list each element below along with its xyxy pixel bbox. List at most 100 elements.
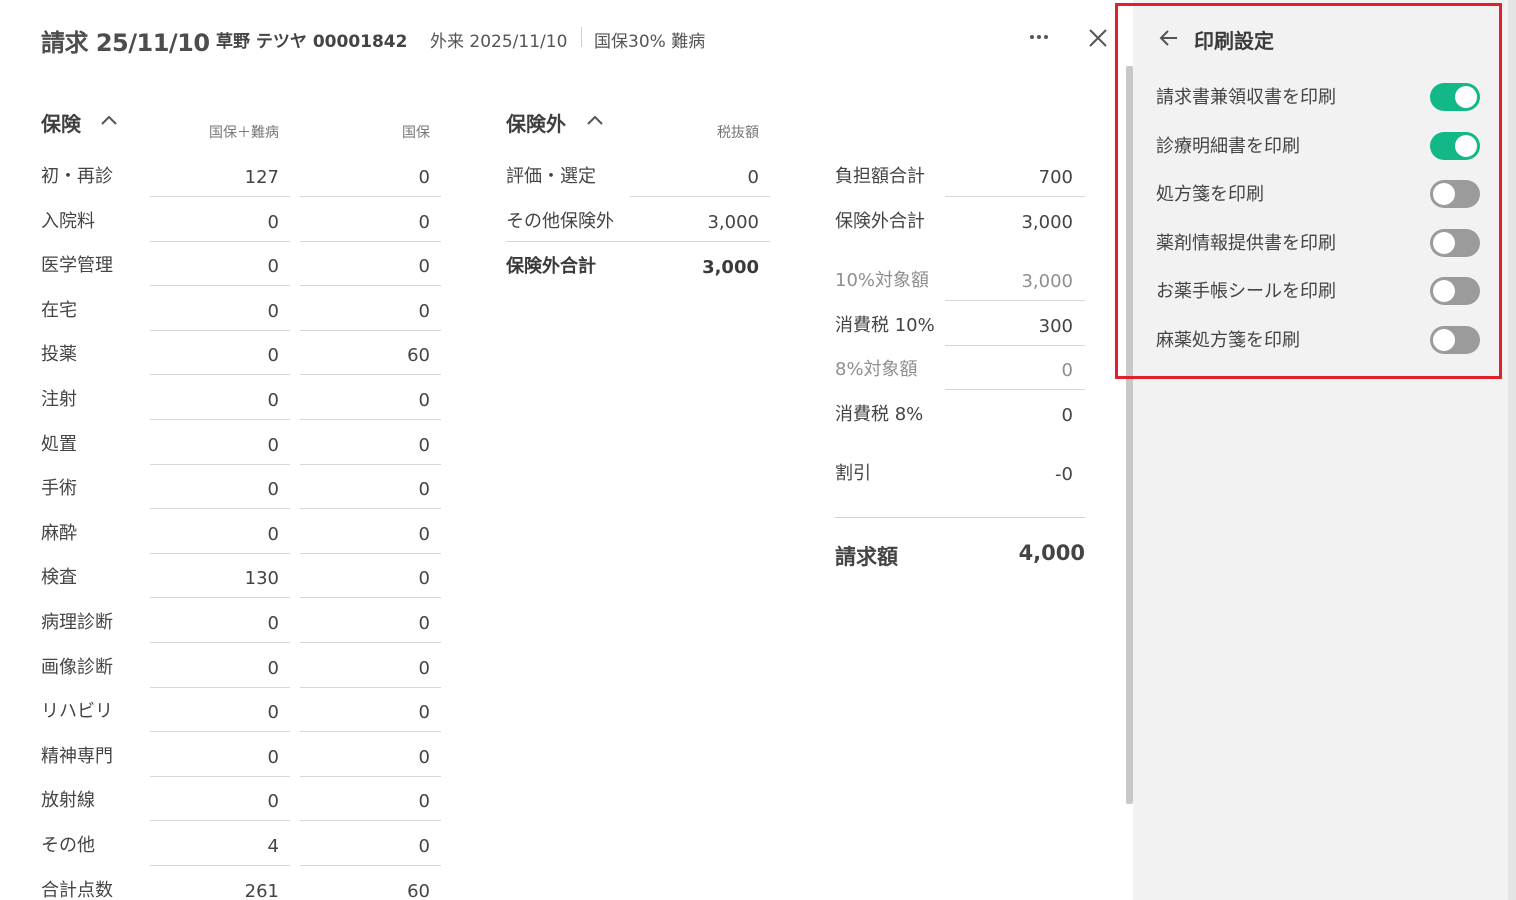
- print-option-label: お薬手帳シールを印刷: [1156, 281, 1336, 303]
- row-label: 入院料: [41, 210, 95, 232]
- row-label: 精神専門: [41, 745, 113, 767]
- collapse-insurance-chevron-up-icon[interactable]: [100, 113, 118, 127]
- cell-kokuho-nanbyo: 0: [267, 390, 279, 411]
- summary-row: 保険外合計 3,000: [835, 203, 1085, 247]
- row-value: 700: [1038, 167, 1073, 188]
- row-label: 初・再診: [41, 166, 113, 187]
- summary-row: 割引 -0: [835, 455, 1085, 499]
- table-row: 麻酔 0 0: [41, 515, 441, 559]
- non-insurance-total-row: 保険外合計 3,000: [506, 248, 770, 292]
- non-insurance-col-tax-excluded: 税抜額: [717, 125, 759, 141]
- cell-kokuho-nanbyo: 0: [267, 434, 279, 456]
- cell-kokuho: 0: [418, 479, 430, 501]
- row-label: 消費税 10%: [835, 315, 935, 336]
- insurance-col-kokuho-nanbyo: 国保＋難病: [209, 125, 279, 141]
- table-row: 注射 0 0: [41, 381, 441, 425]
- summary-row: 8%対象額 0: [835, 351, 1085, 395]
- row-value: 3,000: [707, 212, 759, 233]
- row-label: 処置: [41, 433, 77, 455]
- print-option-toggle[interactable]: [1430, 83, 1480, 111]
- header-divider: [581, 27, 582, 47]
- summary-row: 10%対象額 3,000: [835, 262, 1085, 306]
- cell-kokuho-nanbyo: 127: [244, 167, 279, 188]
- cell-kokuho-nanbyo: 0: [267, 657, 279, 679]
- cell-kokuho-nanbyo: 0: [267, 256, 279, 278]
- cell-kokuho: 0: [418, 523, 430, 545]
- row-label: その他保険外: [506, 211, 614, 232]
- row-value: 0: [1061, 360, 1073, 381]
- cell-kokuho: 0: [418, 256, 430, 278]
- row-label: 放射線: [41, 790, 95, 812]
- row-label: 消費税 8%: [835, 404, 924, 425]
- print-option-toggle[interactable]: [1430, 228, 1480, 257]
- print-option-label: 請求書兼領収書を印刷: [1156, 87, 1336, 108]
- summary-row: 負担額合計 700: [835, 158, 1085, 202]
- row-label: 負担額合計: [835, 166, 925, 187]
- row-label: 手術: [41, 478, 77, 500]
- print-option: 薬剤情報提供書を印刷: [1155, 223, 1485, 263]
- row-value: -0: [1055, 464, 1073, 485]
- print-option-toggle[interactable]: [1430, 131, 1480, 160]
- row-value: 300: [1038, 316, 1073, 337]
- row-value: 3,000: [1021, 212, 1073, 233]
- cell-kokuho: 0: [418, 211, 430, 233]
- more-horizontal-icon: [1030, 35, 1034, 39]
- table-row: 入院料 0 0: [41, 203, 441, 247]
- print-option-toggle[interactable]: [1430, 277, 1480, 306]
- print-option: お薬手帳シールを印刷: [1155, 271, 1485, 311]
- collapse-non-insurance-chevron-up-icon[interactable]: [586, 113, 604, 127]
- summary-row: 消費税 8% 0: [835, 396, 1085, 440]
- row-value: 0: [747, 167, 759, 188]
- cell-kokuho: 0: [418, 568, 430, 590]
- back-button[interactable]: [1155, 24, 1183, 52]
- insurance-col-kokuho: 国保: [402, 125, 430, 141]
- cell-kokuho: 0: [418, 390, 430, 411]
- print-option-label: 処方箋を印刷: [1156, 184, 1264, 206]
- row-label: 検査: [41, 567, 77, 589]
- row-label: 注射: [41, 389, 77, 410]
- cell-kokuho: 0: [418, 300, 430, 322]
- print-option-label: 麻薬処方箋を印刷: [1156, 330, 1300, 351]
- row-label: 10%対象額: [835, 270, 930, 291]
- print-settings-title: 印刷設定: [1194, 29, 1274, 53]
- insurance-info: 国保30% 難病: [594, 32, 706, 52]
- toggle-knob: [1433, 231, 1455, 254]
- close-button[interactable]: [1084, 22, 1112, 52]
- print-option-toggle[interactable]: [1430, 326, 1480, 354]
- insurance-section-title: 保険: [41, 112, 81, 136]
- panel-edge: [1508, 0, 1516, 900]
- cell-kokuho: 60: [407, 345, 430, 367]
- cell-kokuho-nanbyo: 0: [267, 345, 279, 367]
- table-row: 投薬 0 60: [41, 336, 441, 380]
- cell-kokuho: 0: [418, 702, 430, 724]
- cell-kokuho-nanbyo: 0: [267, 211, 279, 233]
- print-option: 診療明細書を印刷: [1155, 126, 1485, 166]
- print-option: 処方箋を印刷: [1155, 174, 1485, 214]
- cell-kokuho: 0: [418, 791, 430, 813]
- summary-divider: [835, 517, 1085, 518]
- list-item: その他保険外 3,000: [506, 203, 770, 247]
- grand-total-value: 4,000: [1018, 541, 1085, 565]
- print-option-toggle[interactable]: [1430, 180, 1480, 209]
- table-row: 処置 0 0: [41, 426, 441, 470]
- print-option: 請求書兼領収書を印刷: [1155, 77, 1485, 117]
- cell-kokuho: 0: [418, 836, 430, 857]
- table-row: 精神専門 0 0: [41, 738, 441, 782]
- more-options-button[interactable]: [1022, 22, 1056, 52]
- patient-name-id: 草野 テツヤ 00001842: [216, 32, 408, 52]
- list-item: 評価・選定 0: [506, 158, 770, 202]
- cell-kokuho-nanbyo: 130: [244, 568, 279, 590]
- row-label: 麻酔: [41, 522, 77, 544]
- print-option-label: 薬剤情報提供書を印刷: [1156, 232, 1336, 254]
- cell-kokuho: 0: [418, 167, 430, 188]
- row-label: 病理診断: [41, 612, 113, 633]
- toggle-knob: [1455, 86, 1477, 108]
- arrow-left-icon: [1159, 30, 1177, 46]
- row-label: 画像診断: [41, 656, 113, 678]
- row-label: リハビリ: [41, 701, 113, 723]
- cell-kokuho: 60: [407, 880, 430, 900]
- row-value: 0: [1061, 405, 1073, 426]
- table-row: リハビリ 0 0: [41, 693, 441, 737]
- row-label: 医学管理: [41, 255, 113, 277]
- toggle-knob: [1433, 183, 1455, 206]
